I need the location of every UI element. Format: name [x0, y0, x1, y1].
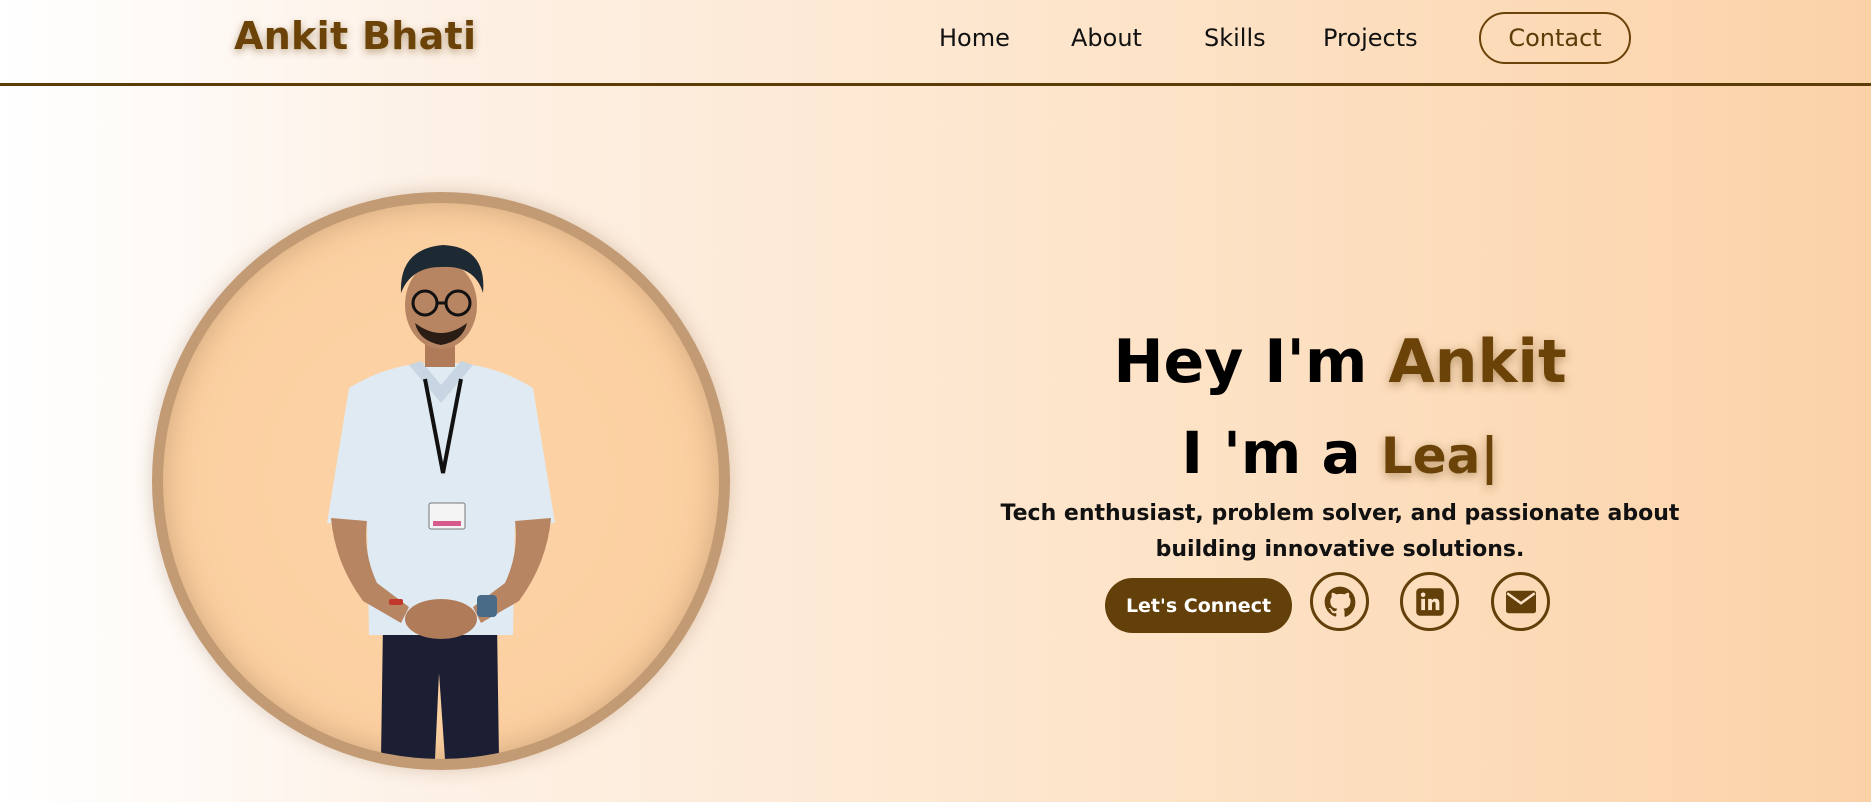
- hero-role: I 'm a Lea|: [980, 414, 1700, 495]
- contact-button[interactable]: Contact: [1479, 12, 1631, 64]
- nav-skills[interactable]: Skills: [1204, 24, 1266, 52]
- hero-greeting: Hey I'm Ankit: [980, 322, 1700, 402]
- hero-tagline: Tech enthusiast, problem solver, and pas…: [980, 496, 1700, 568]
- nav-home[interactable]: Home: [939, 24, 1010, 52]
- email-link[interactable]: [1491, 572, 1550, 631]
- role-typed-text: Lea|: [1380, 427, 1499, 485]
- tagline-line-1: Tech enthusiast, problem solver, and pas…: [1000, 501, 1680, 526]
- linkedin-icon: [1415, 587, 1444, 616]
- person-illustration: [327, 245, 555, 759]
- profile-photo: [163, 203, 719, 759]
- linkedin-link[interactable]: [1400, 572, 1459, 631]
- profile-photo-frame: [152, 192, 730, 770]
- nav-projects[interactable]: Projects: [1323, 24, 1418, 52]
- greeting-name: Ankit: [1388, 327, 1567, 397]
- navbar: Ankit Bhati Home About Skills Projects C…: [0, 0, 1871, 86]
- role-prefix: I 'm a: [1181, 419, 1381, 487]
- tagline-line-2: building innovative solutions.: [1155, 537, 1525, 562]
- github-link[interactable]: [1310, 572, 1369, 631]
- lets-connect-button[interactable]: Let's Connect: [1105, 578, 1292, 633]
- mail-icon: [1505, 590, 1536, 613]
- github-icon: [1324, 586, 1355, 617]
- greeting-prefix: Hey I'm: [1113, 327, 1389, 397]
- brand-logo[interactable]: Ankit Bhati: [234, 14, 476, 58]
- nav-about[interactable]: About: [1071, 24, 1142, 52]
